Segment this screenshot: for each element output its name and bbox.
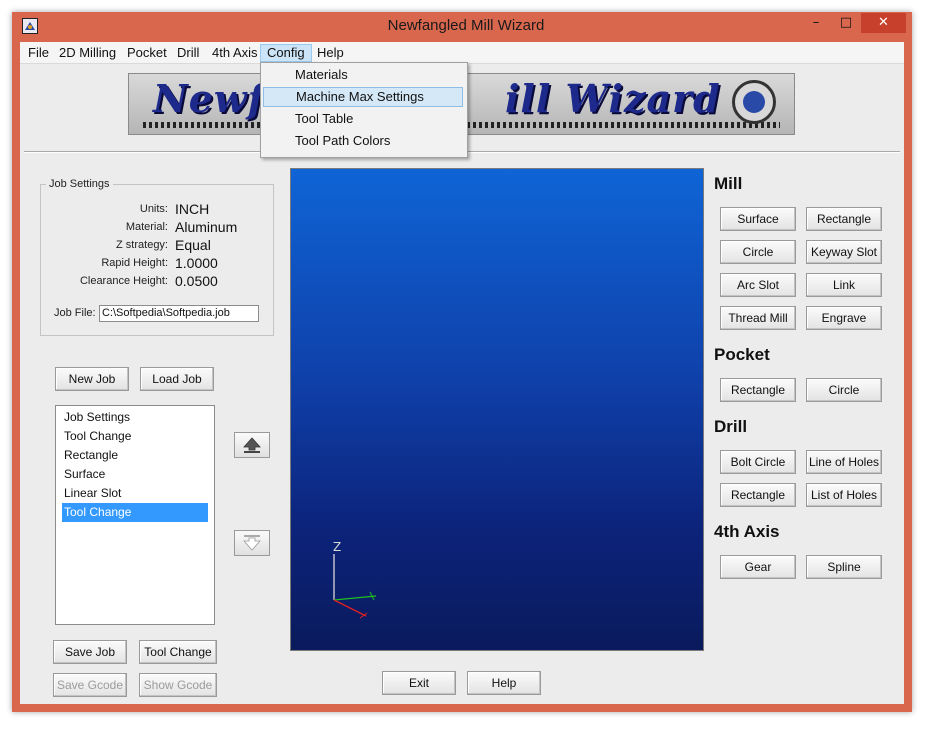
axis-gizmo: Z <box>333 540 377 619</box>
save-job-button[interactable]: Save Job <box>53 640 127 664</box>
list-item-selected[interactable]: Tool Change <box>62 503 208 522</box>
units-label: Units: <box>139 203 168 215</box>
load-job-button[interactable]: Load Job <box>140 367 214 391</box>
rectangle-mill-button[interactable]: Rectangle <box>806 207 882 231</box>
menu-item-tool-path-colors[interactable]: Tool Path Colors <box>263 131 463 151</box>
arrow-down-icon <box>243 535 261 551</box>
banner-title-right: ill Wizard <box>504 76 721 121</box>
keyway-slot-button[interactable]: Keyway Slot <box>806 240 882 264</box>
clearance-height-label: Clearance Height: <box>79 275 168 287</box>
menu-item-materials[interactable]: Materials <box>263 65 463 85</box>
list-item[interactable]: Tool Change <box>62 427 208 446</box>
surface-button[interactable]: Surface <box>720 207 796 231</box>
list-of-holes-button[interactable]: List of Holes <box>806 483 882 507</box>
menu-config[interactable]: Config <box>260 44 312 62</box>
config-dropdown-menu: Materials Machine Max Settings Tool Tabl… <box>260 62 468 158</box>
menu-file[interactable]: File <box>22 44 55 62</box>
mill-section-title: Mill <box>714 174 743 193</box>
spline-button[interactable]: Spline <box>806 555 882 579</box>
arrow-up-icon <box>243 437 261 453</box>
move-up-button[interactable] <box>234 432 270 458</box>
bolt-circle-button[interactable]: Bolt Circle <box>720 450 796 474</box>
rapid-height-label: Rapid Height: <box>101 257 168 269</box>
menu-4th-axis[interactable]: 4th Axis <box>206 44 264 62</box>
line-of-holes-button[interactable]: Line of Holes <box>806 450 882 474</box>
engrave-button[interactable]: Engrave <box>806 306 882 330</box>
show-gcode-button[interactable]: Show Gcode <box>139 673 217 697</box>
gear-button[interactable]: Gear <box>720 555 796 579</box>
job-file-label: Job File: <box>54 307 96 319</box>
new-job-button[interactable]: New Job <box>55 367 129 391</box>
save-gcode-button[interactable]: Save Gcode <box>53 673 127 697</box>
job-settings-legend: Job Settings <box>46 178 113 190</box>
material-value: Aluminum <box>175 219 238 235</box>
exit-button[interactable]: Exit <box>382 671 456 695</box>
help-button[interactable]: Help <box>467 671 541 695</box>
toolpath-viewport[interactable]: Z <box>290 168 704 651</box>
z-axis-label: Z <box>333 540 341 554</box>
units-value: INCH <box>175 201 210 217</box>
z-strategy-label: Z strategy: <box>116 239 168 251</box>
menu-drill[interactable]: Drill <box>171 44 205 62</box>
operations-list[interactable]: Job Settings Tool Change Rectangle Surfa… <box>55 405 215 625</box>
y-axis-line <box>333 595 377 601</box>
menu-help[interactable]: Help <box>311 44 350 62</box>
menu-pocket[interactable]: Pocket <box>121 44 173 62</box>
pocket-section-title: Pocket <box>714 345 770 364</box>
menu-item-machine-max-settings[interactable]: Machine Max Settings <box>263 87 463 107</box>
list-item[interactable]: Job Settings <box>62 408 208 427</box>
rectangle-drill-button[interactable]: Rectangle <box>720 483 796 507</box>
menubar: File 2D Milling Pocket Drill 4th Axis Co… <box>20 42 904 64</box>
window-title: Newfangled Mill Wizard <box>387 17 545 34</box>
rectangle-pocket-button[interactable]: Rectangle <box>720 378 796 402</box>
clearance-height-value: 0.0500 <box>175 273 218 289</box>
thread-mill-button[interactable]: Thread Mill <box>720 306 796 330</box>
rapid-height-value: 1.0000 <box>175 255 218 271</box>
z-strategy-value: Equal <box>175 237 211 253</box>
move-down-button[interactable] <box>234 530 270 556</box>
circle-pocket-button[interactable]: Circle <box>806 378 882 402</box>
arc-slot-button[interactable]: Arc Slot <box>720 273 796 297</box>
tool-change-button[interactable]: Tool Change <box>139 640 217 664</box>
banner-logo-emblem <box>743 91 765 113</box>
list-item[interactable]: Surface <box>62 465 208 484</box>
menu-2d-milling[interactable]: 2D Milling <box>53 44 122 62</box>
x-axis-line <box>333 599 367 617</box>
fourth-axis-section-title: 4th Axis <box>714 522 780 541</box>
link-button[interactable]: Link <box>806 273 882 297</box>
list-item[interactable]: Linear Slot <box>62 484 208 503</box>
close-button[interactable]: ✕ <box>861 13 906 33</box>
menu-item-tool-table[interactable]: Tool Table <box>263 109 463 129</box>
list-item[interactable]: Rectangle <box>62 446 208 465</box>
drill-section-title: Drill <box>714 417 748 436</box>
circle-mill-button[interactable]: Circle <box>720 240 796 264</box>
maximize-button[interactable]: □ <box>833 13 859 33</box>
job-file-field[interactable]: C:\Softpedia\Softpedia.job <box>99 305 259 322</box>
material-label: Material: <box>125 221 168 233</box>
banner-logo <box>732 80 776 124</box>
banner-title-left: Newf <box>153 76 265 121</box>
minimize-button[interactable]: – <box>803 13 829 33</box>
